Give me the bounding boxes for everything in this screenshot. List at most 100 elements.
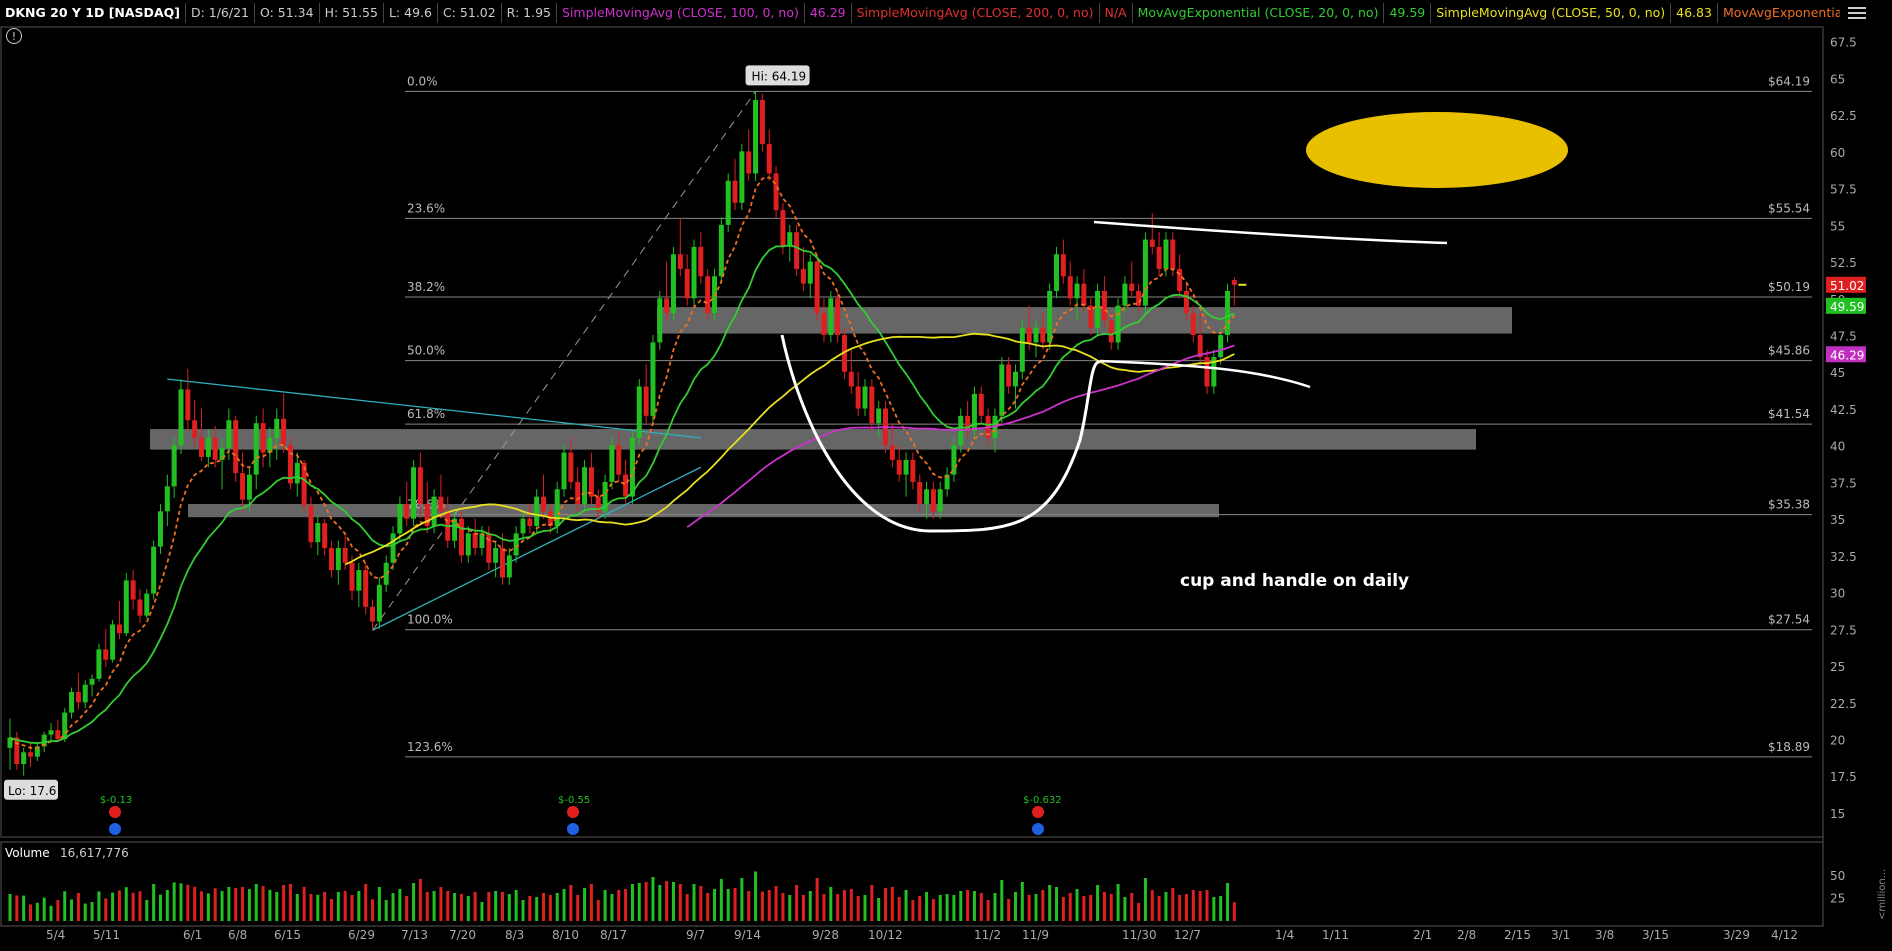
candle-body [575, 481, 581, 504]
x-tick-label: 6/15 [274, 928, 301, 942]
study-label[interactable]: MovAvgExponential (CLOSE, 20, 0, no) [1131, 3, 1384, 23]
candle-body [342, 548, 348, 563]
candle-body [794, 232, 800, 269]
study-label[interactable]: MovAvgExponential (CLOSE, 8, 0, no) [1716, 3, 1840, 23]
y-tick-label: 47.5 [1830, 330, 1857, 344]
x-tick-label: 3/8 [1595, 928, 1614, 942]
volume-bar [863, 895, 867, 921]
volume-bar [453, 893, 457, 921]
volume-bar [371, 899, 375, 921]
volume-bar [288, 884, 292, 921]
candle-body [1115, 305, 1121, 343]
volume-bar [35, 902, 39, 921]
candle-body [21, 752, 27, 765]
candle-body [1108, 320, 1114, 343]
volume-bar [309, 894, 313, 921]
volume-bar [165, 890, 169, 921]
volume-bar [350, 895, 354, 921]
x-tick-label: 9/7 [686, 928, 705, 942]
volume-bar [1000, 880, 1004, 921]
candle-body [1190, 313, 1196, 336]
candle-body [315, 523, 321, 543]
candle-body [82, 684, 88, 703]
candle-body [1060, 254, 1066, 277]
candle-body [1101, 290, 1107, 321]
fib-price-label: $55.54 [1768, 201, 1810, 215]
volume-bar [446, 891, 450, 921]
candle-body [144, 593, 150, 616]
x-tick-label: 3/15 [1642, 928, 1669, 942]
candle-body [465, 533, 471, 556]
x-tick-label: 8/10 [552, 928, 579, 942]
candle-body [55, 730, 61, 740]
candle-body [951, 445, 957, 475]
y-tick-label: 20 [1830, 734, 1845, 748]
study-label[interactable]: SimpleMovingAvg (CLOSE, 200, 0, no) [850, 3, 1099, 23]
y-tick-label: 62.5 [1830, 109, 1857, 123]
study-value: N/A [1098, 3, 1132, 23]
price-badge-label: 51.02 [1830, 279, 1864, 293]
candle-body [14, 737, 20, 765]
chart-area[interactable]: 15 17.5 20 22.5 25 27.5 30 32.5 35 37.5 40 42.5 45 47… [0, 0, 1892, 951]
candle-body [527, 518, 533, 527]
earnings-icon [567, 806, 579, 818]
fib-price-label: $27.54 [1768, 613, 1810, 627]
menu-icon[interactable] [1848, 4, 1866, 20]
fib-price-label: $35.38 [1768, 498, 1810, 512]
candle-body [999, 364, 1005, 416]
study-label[interactable]: SimpleMovingAvg (CLOSE, 50, 0, no) [1430, 3, 1670, 23]
info-icon[interactable]: ! [6, 28, 22, 44]
volume-bar [1055, 887, 1059, 921]
fib-pct-label: 100.0% [407, 613, 453, 627]
candle-body [746, 151, 752, 174]
volume-bar [179, 883, 183, 921]
candle-body [205, 437, 211, 457]
volume-bar [945, 894, 949, 921]
hi-label: Hi: 64.19 [752, 69, 807, 83]
earnings-icon [109, 806, 121, 818]
candle-body [1231, 280, 1237, 285]
volume-bar [596, 900, 600, 921]
dividend-icon [1032, 823, 1044, 835]
volume-bar [589, 884, 593, 921]
volume-bar [1184, 894, 1188, 921]
volume-bar [713, 889, 717, 921]
candle-body [643, 386, 649, 416]
volume-bar [384, 900, 388, 921]
x-tick-label: 5/11 [93, 928, 120, 942]
study-label[interactable]: SimpleMovingAvg (CLOSE, 100, 0, no) [555, 3, 804, 23]
volume-bar [329, 899, 333, 921]
volume-bar [206, 893, 210, 921]
price-chart[interactable]: 15 17.5 20 22.5 25 27.5 30 32.5 35 37.5 40 42.5 45 47… [0, 0, 1892, 951]
candle-body [800, 268, 806, 284]
volume-bar [459, 894, 463, 921]
volume-bar [398, 889, 402, 921]
candle-body [664, 298, 670, 314]
volume-bar [692, 884, 696, 921]
volume-bar [357, 891, 361, 921]
volume-bar [500, 892, 504, 921]
volume-bar [514, 890, 518, 921]
volume-bar [774, 886, 778, 921]
volume-bar [747, 891, 751, 921]
candle-body [110, 624, 116, 660]
candle-body [1142, 239, 1148, 306]
x-tick-label: 3/1 [1551, 928, 1570, 942]
fib-price-label: $18.89 [1768, 740, 1810, 754]
candle-body [636, 386, 642, 438]
volume-bar [1157, 896, 1161, 921]
volume-bar [220, 891, 224, 921]
candle-body [1225, 290, 1231, 336]
candle-body [1129, 283, 1135, 291]
candle-body [376, 584, 382, 622]
symbol-label[interactable]: DKNG 20 Y 1D [NASDAQ] [0, 3, 185, 23]
volume-bar [295, 894, 299, 921]
volume-bar [849, 889, 853, 921]
volume-bar [507, 894, 511, 921]
volume-bar [1034, 894, 1038, 921]
volume-bar [699, 886, 703, 921]
volume-bar [877, 898, 881, 921]
study-value: 46.83 [1670, 3, 1717, 23]
volume-bar [836, 894, 840, 921]
volume-tick-label: 25 [1830, 892, 1845, 906]
